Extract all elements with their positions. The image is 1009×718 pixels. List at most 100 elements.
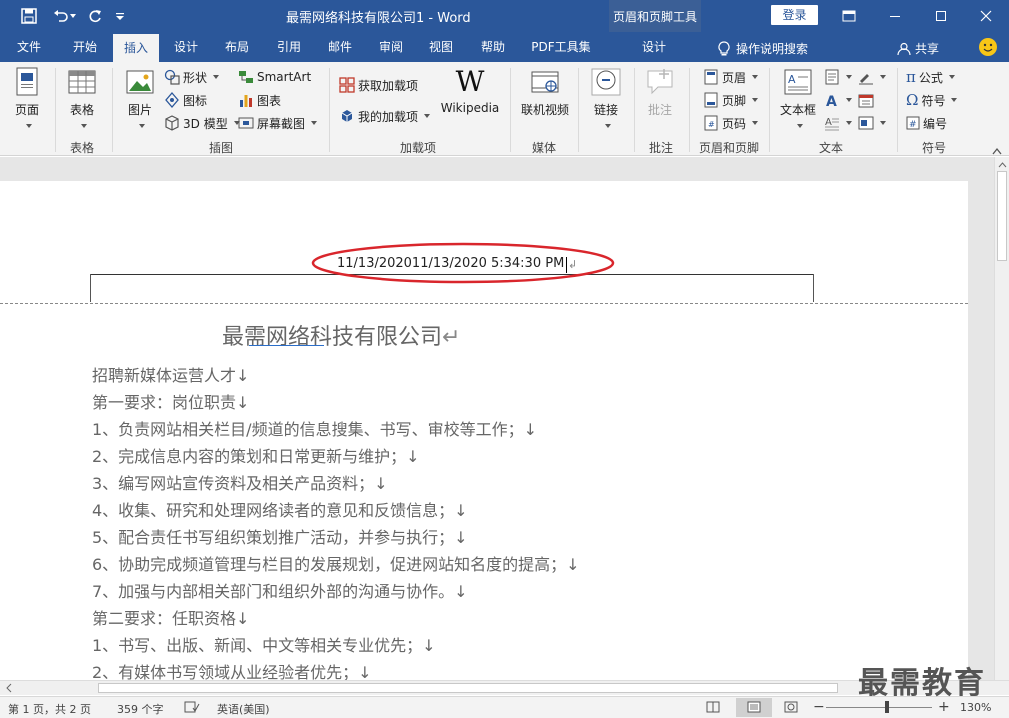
tab-pdf-tools[interactable]: PDF工具集 (524, 32, 598, 62)
group-label-text: 文本 (819, 141, 844, 155)
pages-button[interactable]: 页面 (8, 67, 46, 132)
my-addins-icon (341, 110, 353, 122)
links-button[interactable]: 链接 (586, 67, 626, 132)
proofing-icon[interactable] (184, 701, 200, 716)
horizontal-scroll-thumb[interactable] (98, 683, 838, 693)
tell-me-label: 操作说明搜索 (736, 42, 809, 56)
title-bar: 最需网络科技有限公司1 - Word 登录 (0, 0, 1009, 32)
save-icon[interactable] (14, 0, 44, 32)
tab-insert[interactable]: 插入 (113, 34, 159, 62)
web-layout-icon[interactable] (784, 701, 798, 716)
body-line: 5、配合责任书写组织策划推广活动，并参与执行；↓ (92, 528, 468, 547)
print-layout-icon[interactable] (736, 698, 772, 717)
wikipedia-button[interactable]: W Wikipedia (440, 67, 500, 116)
video-icon (529, 67, 561, 97)
textbox-button[interactable]: A 文本框 (778, 67, 818, 132)
svg-text:A: A (825, 117, 832, 128)
header-button[interactable]: 页眉 (703, 67, 759, 87)
page-count-status[interactable]: 第 1 页，共 2 页 (8, 701, 91, 717)
group-separator (897, 68, 898, 152)
close-icon[interactable] (963, 0, 1009, 32)
word-count-status[interactable]: 359 个字 (117, 701, 164, 717)
quick-parts-button[interactable] (824, 67, 852, 87)
object-button[interactable] (858, 113, 886, 133)
group-label-comments: 批注 (649, 141, 674, 155)
tab-design[interactable]: 设计 (163, 32, 209, 62)
get-addins-button[interactable]: 获取加载项 (339, 75, 418, 95)
tab-file[interactable]: 文件 (6, 32, 52, 62)
tab-view[interactable]: 视图 (418, 32, 464, 62)
3d-models-label: 3D 模型 (183, 116, 228, 131)
vertical-scroll-thumb[interactable] (997, 171, 1007, 261)
group-label-illustrations: 插图 (209, 141, 234, 155)
header-boundary-dashed-line (0, 303, 968, 304)
wordart-button[interactable]: A (824, 90, 852, 110)
customize-qat-icon[interactable] (108, 0, 132, 32)
drop-cap-button[interactable]: A (824, 113, 852, 133)
ribbon-insert: 页面 表格 表格 图片 形状 图标 3D 模型 SmartArt 图表 屏幕截图… (0, 62, 1009, 156)
zoom-level[interactable]: 130% (960, 701, 991, 714)
collapse-ribbon-icon[interactable] (992, 144, 1002, 158)
maximize-icon[interactable] (918, 0, 964, 32)
tab-layout[interactable]: 布局 (214, 32, 260, 62)
document-title: 最需网络科技有限公司↵ (222, 319, 460, 351)
zoom-slider[interactable] (826, 707, 932, 708)
table-button[interactable]: 表格 (62, 67, 102, 132)
document-title-text: 最需网络科技有限公司 (222, 325, 443, 350)
screenshot-button[interactable]: 屏幕截图 (238, 113, 318, 133)
group-label-symbols: 符号 (922, 141, 947, 155)
comment-button[interactable]: 批注 (640, 67, 680, 118)
group-separator (329, 68, 330, 152)
body-line: 第一要求：岗位职责↓ (92, 393, 250, 412)
tab-header-footer-design[interactable]: 设计 (628, 32, 680, 62)
zoom-out-button[interactable]: − (813, 699, 825, 715)
tab-mailings[interactable]: 邮件 (317, 32, 363, 62)
login-button[interactable]: 登录 (771, 5, 818, 25)
icons-button[interactable]: 图标 (164, 90, 207, 110)
read-mode-icon[interactable] (706, 701, 720, 716)
icons-icon (165, 92, 179, 108)
pages-label: 页面 (14, 103, 39, 117)
zoom-slider-thumb[interactable] (885, 701, 889, 713)
picture-button[interactable]: 图片 (120, 67, 160, 132)
ribbon-display-options-icon[interactable] (826, 0, 872, 32)
smartart-button[interactable]: SmartArt (238, 67, 311, 87)
person-icon (897, 42, 911, 55)
number-label: 编号 (923, 116, 948, 131)
redo-icon[interactable] (80, 0, 110, 32)
number-button[interactable]: # 编号 (906, 113, 947, 133)
online-video-button[interactable]: 联机视频 (518, 67, 572, 118)
minimize-icon[interactable] (872, 0, 918, 32)
chart-button[interactable]: 图表 (238, 90, 281, 110)
equation-button[interactable]: π 公式 (906, 67, 955, 87)
page-number-button[interactable]: # 页码 (703, 113, 759, 133)
undo-dropdown-icon[interactable] (64, 0, 78, 32)
my-addins-button[interactable]: 我的加载项 (339, 106, 431, 126)
signature-line-button[interactable] (858, 67, 886, 87)
comment-icon (644, 67, 676, 97)
share-button[interactable]: 共享 (897, 40, 939, 57)
shapes-button[interactable]: 形状 (164, 67, 220, 87)
document-page[interactable]: 11/13/202011/13/2020 5:34:30 PM ↲ 最需网络科技… (0, 181, 968, 680)
feedback-smiley-icon[interactable] (979, 38, 997, 56)
language-status[interactable]: 英语(美国) (217, 701, 270, 717)
group-separator (55, 68, 56, 152)
table-icon (66, 67, 98, 97)
scroll-up-icon (998, 162, 1007, 168)
group-separator (769, 68, 770, 152)
tab-review[interactable]: 审阅 (368, 32, 414, 62)
symbol-button[interactable]: Ω 符号 (906, 90, 958, 110)
screenshot-icon (238, 117, 254, 129)
tab-home[interactable]: 开始 (60, 32, 110, 62)
svg-text:#: # (708, 120, 715, 129)
footer-button[interactable]: 页脚 (703, 90, 759, 110)
tab-references[interactable]: 引用 (266, 32, 312, 62)
3d-models-button[interactable]: 3D 模型 (164, 113, 240, 133)
footer-icon (704, 92, 718, 108)
tell-me-search[interactable]: 操作说明搜索 (718, 40, 808, 57)
vertical-scrollbar[interactable] (994, 157, 1009, 680)
body-line: 6、协助完成频道管理与栏目的发展规划，促进网站知名度的提高；↓ (92, 555, 580, 574)
tab-help[interactable]: 帮助 (470, 32, 516, 62)
wordart-icon: A (826, 94, 837, 108)
date-time-button[interactable] (858, 90, 874, 110)
